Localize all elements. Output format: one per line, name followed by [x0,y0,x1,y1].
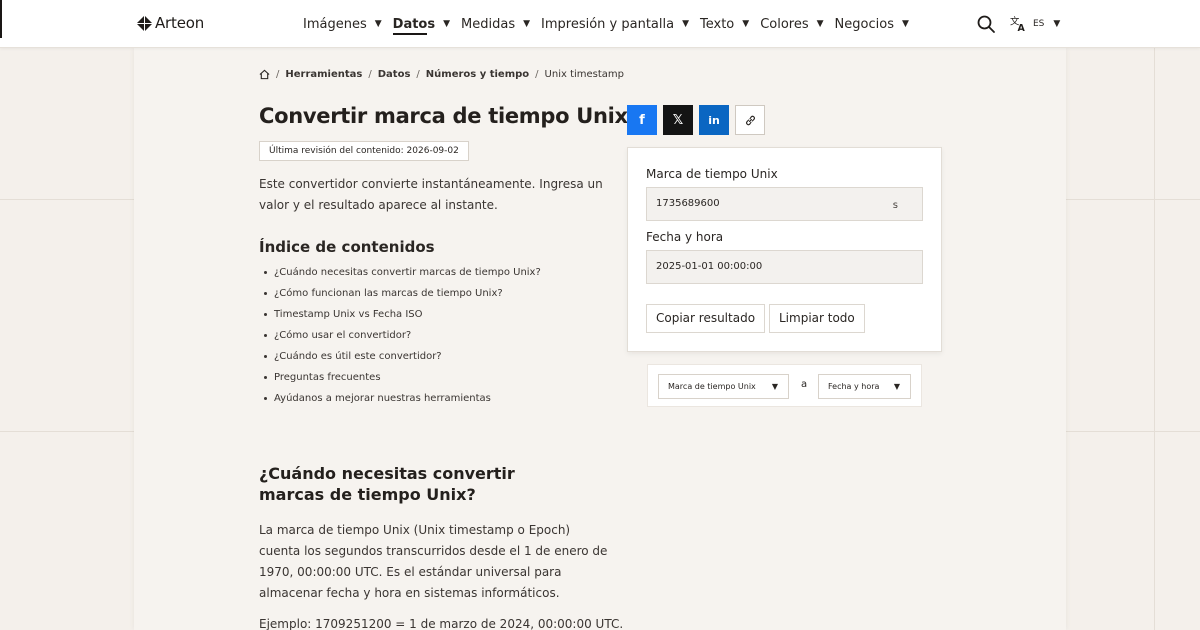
window-edge [0,0,2,38]
section-heading: ¿Cuándo necesitas convertir marcas de ti… [259,464,515,504]
x-icon: 𝕏 [672,112,684,128]
nav-item-imagenes[interactable]: Imágenes ▼ [303,0,382,48]
brand-mark-icon [137,15,152,31]
copy-link-button[interactable] [735,105,765,135]
nav-item-label: Texto [700,16,735,32]
breadcrumb-separator: / [416,69,420,80]
nav-item-label: Imágenes [303,16,367,32]
breadcrumb: / Herramientas / Datos / Números y tiemp… [259,69,624,80]
nav-item-texto[interactable]: Texto ▼ [700,0,749,48]
caret-down-icon: ▼ [742,19,750,29]
intro-text: Este convertidor convierte instantáneame… [259,177,603,212]
breadcrumb-link-datos[interactable]: Datos [378,69,411,80]
unix-timestamp-input[interactable]: 1735689600 s [646,187,923,221]
nav-item-impresion[interactable]: Impresión y pantalla ▼ [541,0,689,48]
brand-logo[interactable]: Arteon [137,14,204,32]
share-facebook-button[interactable]: f [627,105,657,135]
link-icon [745,115,755,125]
section-body: La marca de tiempo Unix (Unix timestamp … [259,523,608,600]
caret-down-icon: ▼ [893,382,900,391]
nav-item-datos[interactable]: Datos ▼ [392,0,451,48]
caret-down-icon: ▼ [682,19,690,29]
caret-down-icon: ▼ [443,19,451,29]
nav-item-label: Impresión y pantalla [541,16,675,32]
language-code: ES [1033,18,1045,29]
conversion-selector: Marca de tiempo Unix ▼ a Fecha y hora ▼ [647,364,922,407]
datetime-output-label: Fecha y hora [646,230,724,244]
nav-item-medidas[interactable]: Medidas ▼ [461,0,530,48]
nav-item-colores[interactable]: Colores ▼ [760,0,823,48]
top-navbar: Arteon Imágenes ▼ Datos ▼ Medidas ▼ Impr… [0,0,1200,48]
toc-link[interactable]: ¿Cómo usar el convertidor? [262,327,541,348]
caret-down-icon: ▼ [771,382,778,391]
unix-input-label: Marca de tiempo Unix [646,167,778,181]
to-unit-value: Fecha y hora [828,382,880,391]
language-selector[interactable]: 文 A ES ▼ [1010,15,1060,32]
main-nav: Imágenes ▼ Datos ▼ Medidas ▼ Impresión y… [303,0,920,48]
toc-link[interactable]: ¿Cuándo necesitas convertir marcas de ti… [262,264,541,285]
breadcrumb-current: Unix timestamp [544,69,625,80]
search-button[interactable] [976,14,996,34]
toc-link[interactable]: Timestamp Unix vs Fecha ISO [262,306,541,327]
conversion-connector: a [801,379,808,390]
brand-name: Arteon [155,14,205,32]
caret-down-icon: ▼ [523,19,531,29]
from-unit-value: Marca de tiempo Unix [668,382,756,391]
nav-item-label: Negocios [834,16,894,32]
svg-text:A: A [1018,23,1026,32]
breadcrumb-link-herramientas[interactable]: Herramientas [285,69,362,80]
toc-link[interactable]: Preguntas frecuentes [262,369,541,390]
caret-down-icon: ▼ [1053,18,1061,29]
nav-item-label: Medidas [461,16,516,32]
to-unit-select[interactable]: Fecha y hora ▼ [818,374,911,399]
home-icon[interactable] [259,69,270,80]
datetime-output-value: 2025-01-01 00:00:00 [656,261,763,272]
caret-down-icon: ▼ [901,19,909,29]
unit-label: s [892,200,898,211]
translate-icon: 文 A [1010,15,1026,32]
page-title: Convertir marca de tiempo Unix [259,104,628,128]
table-of-contents: ¿Cuándo necesitas convertir marcas de ti… [262,264,541,411]
share-buttons: f 𝕏 in [627,105,765,135]
nav-item-label: Colores [760,16,809,32]
toc-link[interactable]: Ayúdanos a mejorar nuestras herramientas [262,390,541,411]
breadcrumb-separator: / [368,69,372,80]
copy-result-button[interactable]: Copiar resultado [646,304,766,333]
search-icon [977,15,995,33]
revision-badge: Última revisión del contenido: 2026-09-0… [259,141,469,161]
breadcrumb-separator: / [535,69,539,80]
caret-down-icon: ▼ [374,19,382,29]
linkedin-icon: in [708,113,720,127]
toc-link[interactable]: ¿Cuándo es útil este convertidor? [262,348,541,369]
breadcrumb-link-numeros[interactable]: Números y tiempo [426,69,529,80]
unix-input-value: 1735689600 [656,198,720,209]
from-unit-select[interactable]: Marca de tiempo Unix ▼ [658,374,789,399]
clear-all-button[interactable]: Limpiar todo [769,304,865,333]
nav-item-negocios[interactable]: Negocios ▼ [835,0,909,48]
nav-item-label: Datos [392,16,436,32]
caret-down-icon: ▼ [816,19,824,29]
toc-link[interactable]: ¿Cómo funcionan las marcas de tiempo Uni… [262,285,541,306]
section-example: Ejemplo: 1709251200 = 1 de marzo de 2024… [259,617,624,630]
datetime-output-field[interactable]: 2025-01-01 00:00:00 [646,250,923,284]
converter-card: Marca de tiempo Unix 1735689600 s Fecha … [627,147,942,352]
facebook-icon: f [639,112,645,128]
share-x-button[interactable]: 𝕏 [663,105,693,135]
breadcrumb-separator: / [276,69,280,80]
toc-title: Índice de contenidos [259,238,435,256]
share-linkedin-button[interactable]: in [699,105,729,135]
